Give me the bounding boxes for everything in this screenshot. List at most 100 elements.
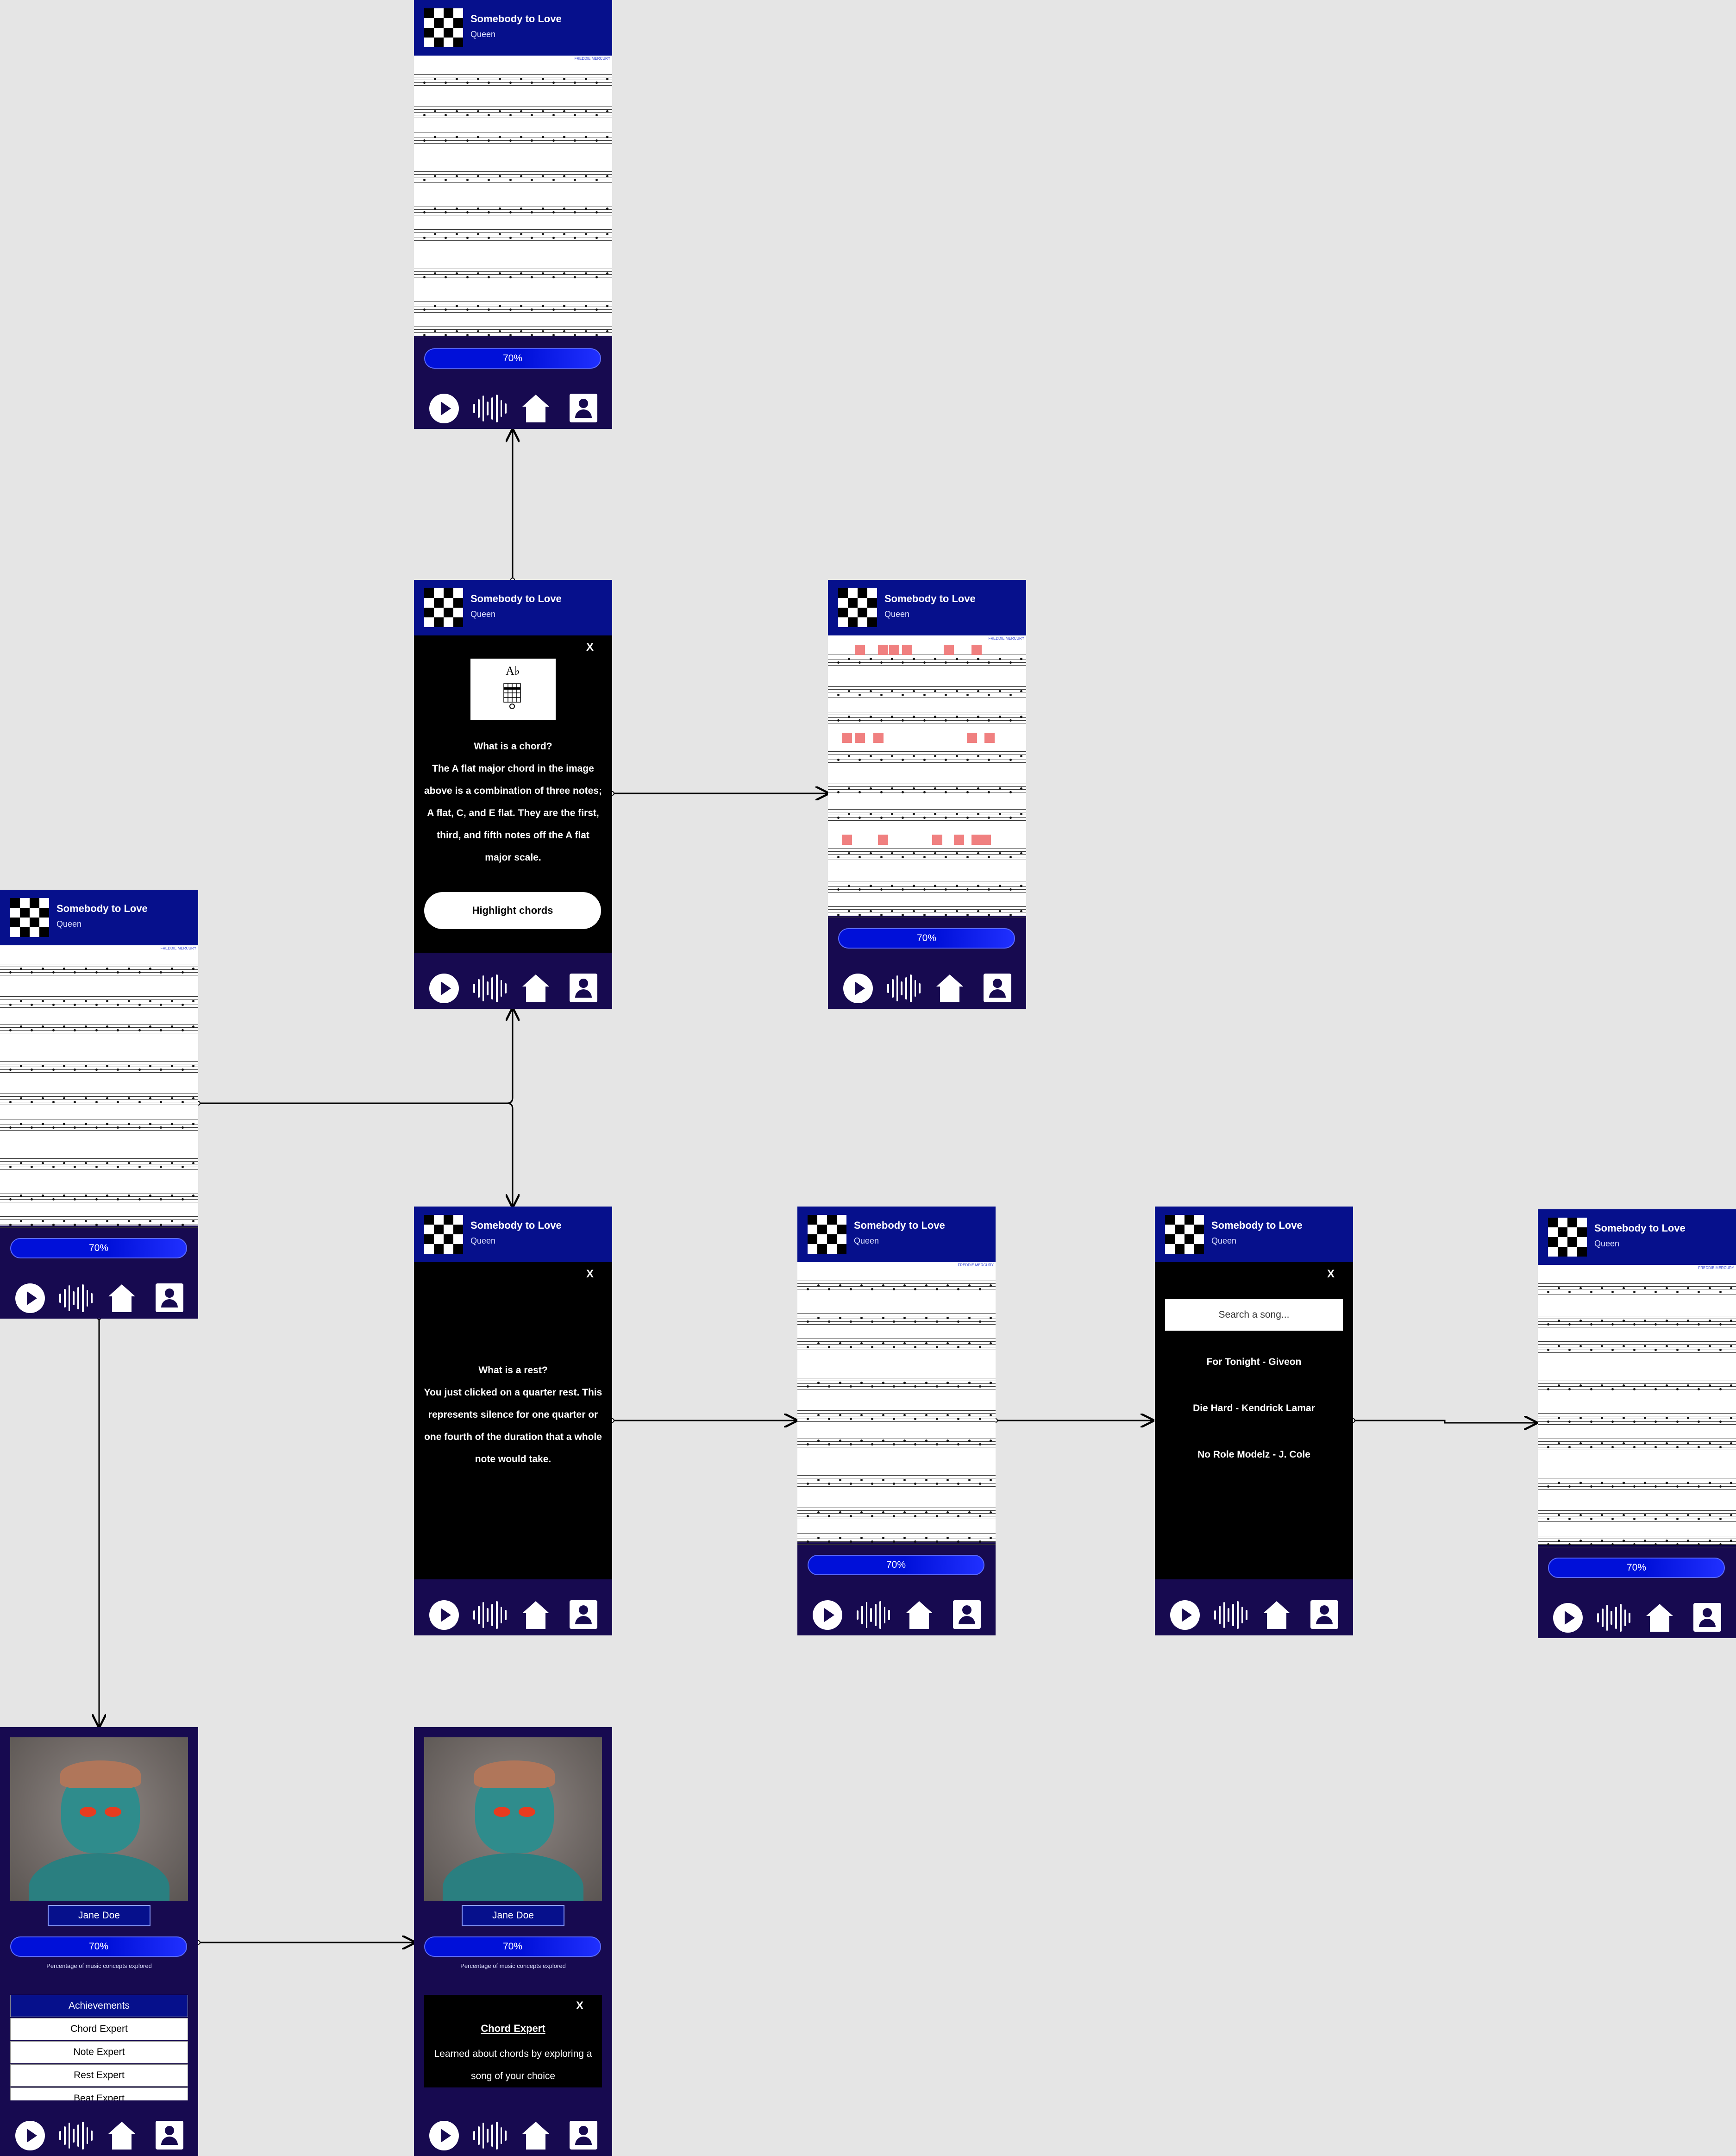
achievement-row[interactable]: Chord Expert — [10, 2018, 188, 2040]
waveform-icon[interactable] — [887, 974, 921, 1003]
sheet-music[interactable]: FREDDIE MERCURY — [797, 1262, 996, 1545]
user-icon[interactable] — [570, 1600, 597, 1629]
play-icon[interactable] — [15, 2121, 45, 2150]
staff — [1538, 1283, 1736, 1299]
home-icon[interactable] — [521, 1600, 550, 1630]
home-icon[interactable] — [1262, 1600, 1291, 1630]
close-button[interactable]: X — [1327, 1268, 1335, 1281]
play-icon[interactable] — [15, 1283, 45, 1313]
staff — [414, 229, 612, 245]
play-icon[interactable] — [1170, 1600, 1200, 1630]
staff — [797, 1313, 996, 1329]
chord-highlight[interactable] — [932, 835, 942, 845]
sheet-music[interactable]: FREDDIE MERCURY — [1538, 1265, 1736, 1547]
sheet-music[interactable]: FREDDIE MERCURY — [0, 945, 198, 1228]
waveform-icon[interactable] — [59, 2121, 93, 2150]
home-icon[interactable] — [521, 2121, 550, 2150]
screen-search-popup: Somebody to Love Queen X Search a song..… — [1155, 1207, 1353, 1635]
sheet-music[interactable]: FREDDIE MERCURY — [414, 56, 612, 338]
bottom-nav — [0, 2100, 198, 2156]
home-icon[interactable] — [107, 2121, 136, 2150]
bottom-nav — [414, 1580, 612, 1635]
chord-highlight[interactable] — [873, 733, 884, 743]
waveform-icon[interactable] — [1214, 1600, 1247, 1630]
staff — [797, 1281, 996, 1296]
screen-highlighted-chords: Somebody to Love Queen FREDDIE MERCURY 7… — [828, 580, 1026, 1009]
user-icon[interactable] — [156, 2121, 183, 2150]
waveform-icon[interactable] — [59, 1283, 93, 1313]
staff — [414, 269, 612, 284]
waveform-icon[interactable] — [473, 394, 507, 423]
close-button[interactable]: X — [576, 1999, 583, 2012]
home-icon[interactable] — [107, 1283, 136, 1313]
chord-highlight[interactable] — [954, 835, 964, 845]
song-option[interactable]: No Role Modelz - J. Cole — [1155, 1449, 1353, 1460]
bottom-nav — [1538, 1583, 1736, 1638]
staff — [797, 1533, 996, 1549]
waveform-icon[interactable] — [857, 1600, 890, 1630]
screen-sheet-mid: Somebody to Love Queen FREDDIE MERCURY 7… — [797, 1207, 996, 1635]
waveform-icon[interactable] — [1597, 1603, 1630, 1633]
home-icon[interactable] — [1645, 1603, 1674, 1633]
play-icon[interactable] — [813, 1600, 842, 1630]
search-input[interactable]: Search a song... — [1165, 1299, 1343, 1331]
play-icon[interactable] — [1553, 1603, 1583, 1633]
play-icon[interactable] — [843, 974, 873, 1003]
checker-logo-icon — [838, 588, 877, 627]
progress-bar: 70% — [424, 348, 601, 369]
play-icon[interactable] — [429, 394, 459, 423]
song-option[interactable]: Die Hard - Kendrick Lamar — [1155, 1403, 1353, 1414]
chord-highlight[interactable] — [889, 645, 899, 655]
play-icon[interactable] — [429, 2121, 459, 2150]
sheet-credit: FREDDIE MERCURY — [988, 636, 1024, 641]
chord-highlight[interactable] — [842, 733, 852, 743]
chord-highlight[interactable] — [878, 645, 888, 655]
chord-highlight[interactable] — [855, 733, 865, 743]
chord-highlight[interactable] — [944, 645, 954, 655]
staff — [1538, 1536, 1736, 1552]
chord-symbol: A♭ — [506, 664, 520, 678]
staff — [0, 1119, 198, 1135]
chord-highlight[interactable] — [878, 835, 888, 845]
chord-highlight[interactable] — [855, 645, 865, 655]
chord-highlight[interactable] — [981, 835, 991, 845]
user-icon[interactable] — [1693, 1603, 1721, 1632]
close-button[interactable]: X — [586, 641, 594, 654]
play-icon[interactable] — [429, 1600, 459, 1630]
user-icon[interactable] — [570, 394, 597, 422]
chord-highlight[interactable] — [842, 835, 852, 845]
song-artist: Queen — [1594, 1239, 1620, 1248]
user-icon[interactable] — [570, 2121, 597, 2150]
song-artist: Queen — [1211, 1236, 1237, 1245]
home-icon[interactable] — [905, 1600, 934, 1630]
user-icon[interactable] — [984, 974, 1011, 1002]
achievement-title: Chord Expert — [481, 2023, 545, 2034]
achievement-row[interactable]: Note Expert — [10, 2041, 188, 2063]
user-icon[interactable] — [1310, 1600, 1338, 1629]
home-icon[interactable] — [935, 974, 964, 1003]
chord-highlight[interactable] — [967, 733, 977, 743]
waveform-icon[interactable] — [473, 1600, 507, 1630]
checker-logo-icon — [1165, 1215, 1204, 1254]
close-button[interactable]: X — [586, 1268, 594, 1281]
screen-profile: Jane Doe 70% Percentage of music concept… — [0, 1727, 198, 2156]
home-icon[interactable] — [521, 974, 550, 1003]
avatar — [10, 1737, 188, 1901]
chord-highlight[interactable] — [971, 645, 982, 655]
song-option[interactable]: For Tonight - Giveon — [1155, 1357, 1353, 1368]
chord-highlight[interactable] — [984, 733, 995, 743]
play-icon[interactable] — [429, 974, 459, 1003]
sheet-music-highlighted[interactable]: FREDDIE MERCURY — [828, 635, 1026, 918]
user-icon[interactable] — [570, 974, 597, 1002]
achievement-row[interactable]: Rest Expert — [10, 2064, 188, 2087]
waveform-icon[interactable] — [473, 974, 507, 1003]
staff — [0, 996, 198, 1012]
waveform-icon[interactable] — [473, 2121, 507, 2150]
chord-highlight[interactable] — [902, 645, 912, 655]
home-icon[interactable] — [521, 394, 550, 423]
chord-highlight[interactable] — [971, 835, 982, 845]
user-icon[interactable] — [156, 1283, 183, 1312]
user-icon[interactable] — [953, 1600, 981, 1629]
highlight-chords-button[interactable]: Highlight chords — [424, 892, 601, 929]
song-artist: Queen — [884, 610, 910, 619]
